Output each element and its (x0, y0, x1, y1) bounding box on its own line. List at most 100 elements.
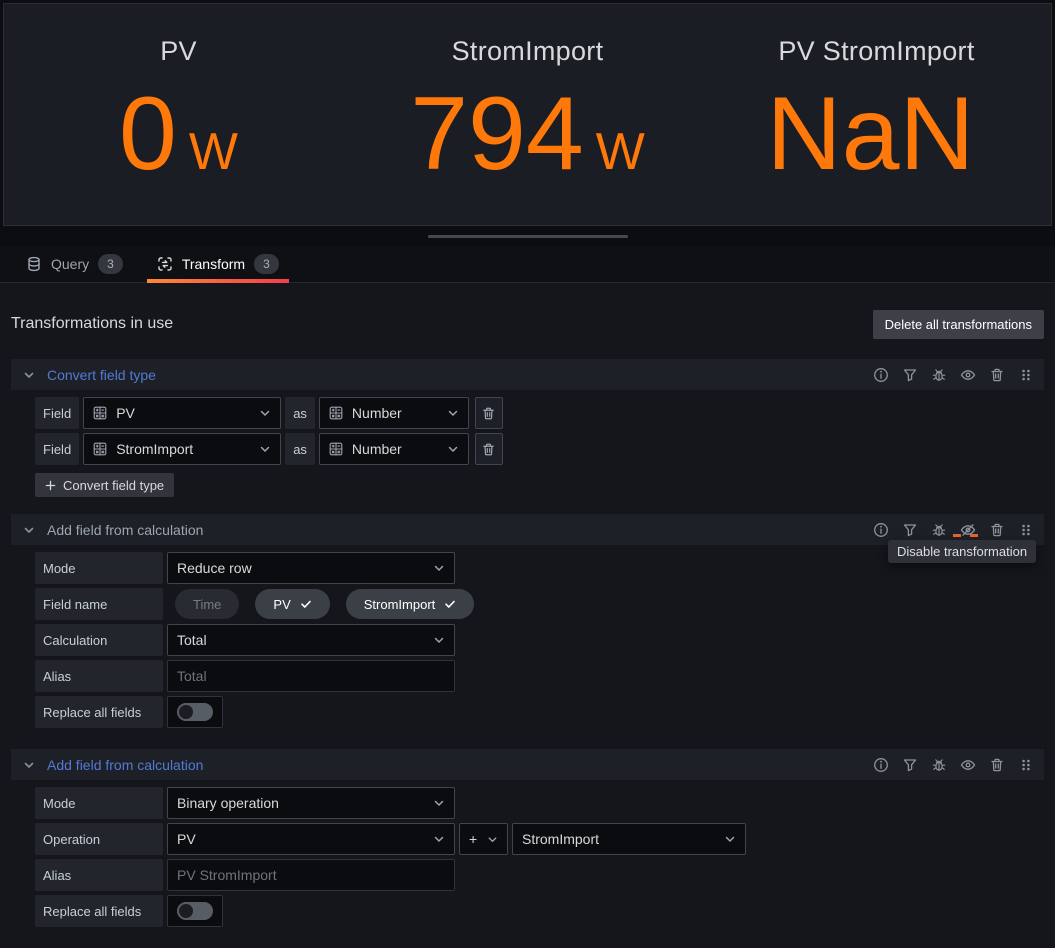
alias-input[interactable] (167, 859, 455, 891)
replace-all-fields-label: Replace all fields (35, 895, 163, 927)
page-title: Transformations in use (11, 315, 173, 333)
splitter-drag-handle[interactable] (428, 235, 628, 238)
field-pill-stromimport[interactable]: StromImport (346, 589, 475, 619)
tab-transform-count-badge: 3 (254, 254, 279, 274)
stat-pv: PV 0 W (4, 4, 353, 225)
add-convert-field-type-button[interactable]: Convert field type (35, 473, 174, 497)
debug-icon[interactable] (931, 367, 947, 383)
selected-value: StromImport (522, 831, 599, 847)
selected-value: StromImport (116, 441, 193, 457)
database-icon (26, 256, 42, 272)
calculation-select[interactable]: Total (167, 624, 455, 656)
chevron-down-icon (259, 407, 271, 419)
chevron-down-icon (433, 797, 445, 809)
eye-icon[interactable] (960, 757, 976, 773)
transform-tab-content: Transformations in use Delete all transf… (0, 311, 1055, 948)
tab-query-count-badge: 3 (98, 254, 123, 274)
transformation-title[interactable]: Convert field type (47, 367, 156, 383)
eye-icon[interactable] (960, 367, 976, 383)
selected-value: PV (177, 831, 196, 847)
selected-value: Number (352, 405, 402, 421)
remove-conversion-button[interactable] (475, 397, 503, 429)
transformation-convert-field-type: Convert field type (11, 359, 1044, 514)
operator-select[interactable]: + (459, 823, 508, 855)
chevron-down-icon (487, 834, 498, 845)
filter-icon[interactable] (902, 522, 918, 538)
replace-all-fields-toggle[interactable] (167, 696, 223, 728)
mode-select[interactable]: Binary operation (167, 787, 455, 819)
operation-label: Operation (35, 823, 163, 855)
calculation-label: Calculation (35, 624, 163, 656)
field-type-icon (329, 406, 343, 420)
stat-title: PV StromImport (778, 36, 974, 67)
info-icon[interactable] (873, 522, 889, 538)
transformation-title[interactable]: Add field from calculation (47, 522, 203, 538)
stat-pv-stromimport: PV StromImport NaN (702, 4, 1051, 225)
tab-bar: Query 3 Transform 3 (0, 246, 1055, 283)
stat-title: PV (160, 36, 197, 67)
convert-field-select-1[interactable]: PV (83, 397, 281, 429)
transformation-title[interactable]: Add field from calculation (47, 757, 203, 773)
filter-icon[interactable] (902, 367, 918, 383)
replace-all-fields-toggle[interactable] (167, 895, 223, 927)
drag-handle-icon[interactable] (1018, 757, 1034, 773)
disable-transformation-tooltip: Disable transformation (888, 540, 1036, 563)
mode-label: Mode (35, 552, 163, 584)
tab-query[interactable]: Query 3 (16, 246, 133, 282)
info-icon[interactable] (873, 367, 889, 383)
pane-splitter (0, 226, 1055, 246)
selected-value: + (469, 831, 477, 847)
field-type-icon (93, 406, 107, 420)
field-label: Field (35, 397, 79, 429)
operation-right-select[interactable]: StromImport (512, 823, 746, 855)
field-name-label: Field name (35, 588, 163, 620)
stat-value: 794 (410, 82, 584, 186)
stat-value: NaN (766, 82, 974, 186)
as-label: as (285, 397, 315, 429)
check-icon (444, 598, 456, 610)
tab-transform[interactable]: Transform 3 (147, 246, 289, 282)
debug-icon[interactable] (931, 757, 947, 773)
chevron-down-icon[interactable] (23, 524, 35, 536)
remove-conversion-button[interactable] (475, 433, 503, 465)
field-pill-pv[interactable]: PV (255, 589, 329, 619)
chevron-down-icon (447, 407, 459, 419)
operation-left-select[interactable]: PV (167, 823, 455, 855)
field-label: Field (35, 433, 79, 465)
convert-field-select-2[interactable]: StromImport (83, 433, 281, 465)
plus-icon (45, 480, 56, 491)
chevron-down-icon (259, 443, 271, 455)
chevron-down-icon (433, 634, 445, 646)
delete-all-transformations-button[interactable]: Delete all transformations (873, 310, 1044, 339)
selected-value: PV (116, 405, 135, 421)
focus-dash (970, 534, 978, 537)
chevron-down-icon[interactable] (23, 759, 35, 771)
drag-handle-icon[interactable] (1018, 522, 1034, 538)
stat-value: 0 (119, 82, 177, 186)
alias-label: Alias (35, 859, 163, 891)
stat-title: StromImport (452, 36, 604, 67)
debug-icon[interactable] (931, 522, 947, 538)
drag-handle-icon[interactable] (1018, 367, 1034, 383)
filter-icon[interactable] (902, 757, 918, 773)
alias-label: Alias (35, 660, 163, 692)
convert-type-select-1[interactable]: Number (319, 397, 469, 429)
chevron-down-icon[interactable] (23, 369, 35, 381)
replace-all-fields-label: Replace all fields (35, 696, 163, 728)
chevron-down-icon (447, 443, 459, 455)
trash-icon[interactable] (989, 522, 1005, 538)
chevron-down-icon (433, 562, 445, 574)
tab-query-label: Query (51, 256, 89, 272)
field-pill-time[interactable]: Time (175, 589, 239, 619)
convert-type-select-2[interactable]: Number (319, 433, 469, 465)
alias-input[interactable] (167, 660, 455, 692)
trash-icon[interactable] (989, 757, 1005, 773)
trash-icon[interactable] (989, 367, 1005, 383)
mode-label: Mode (35, 787, 163, 819)
add-button-label: Convert field type (63, 478, 164, 493)
info-icon[interactable] (873, 757, 889, 773)
focus-dash (953, 534, 961, 537)
stat-unit: W (189, 126, 238, 178)
mode-select[interactable]: Reduce row (167, 552, 455, 584)
selected-value: Binary operation (177, 795, 279, 811)
